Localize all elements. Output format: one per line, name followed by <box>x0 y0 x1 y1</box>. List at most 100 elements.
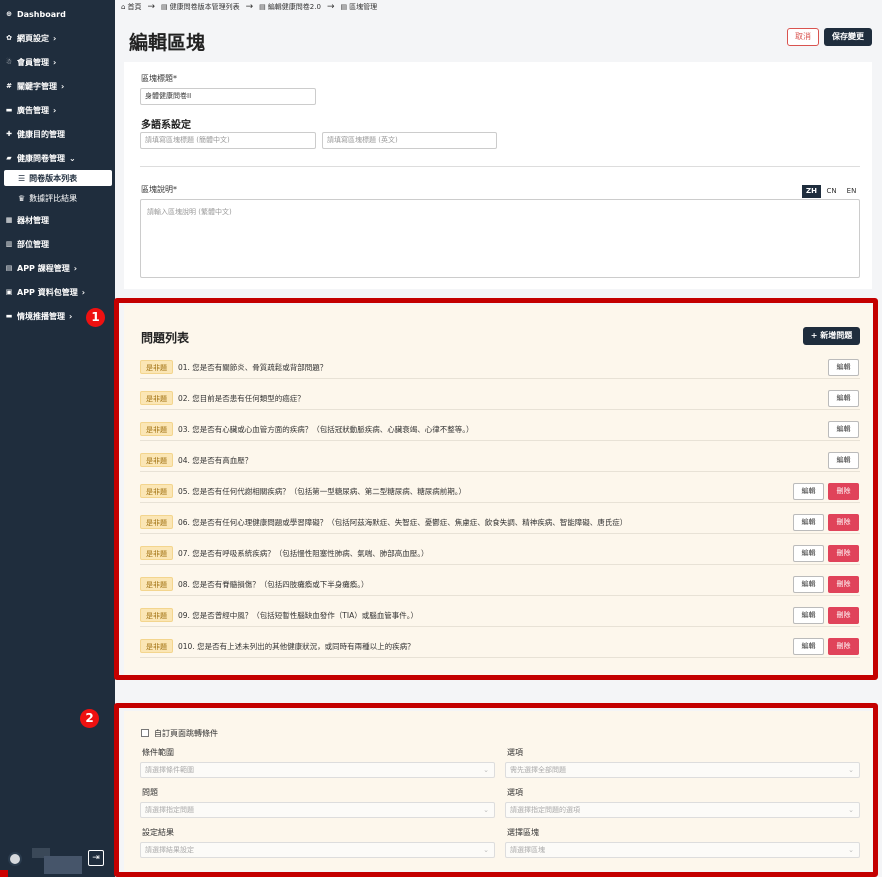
edit-question-button[interactable]: 編輯 <box>828 359 859 376</box>
edit-question-button[interactable]: 編輯 <box>828 390 859 407</box>
edit-question-button[interactable]: 編輯 <box>793 607 824 624</box>
tab-lang-zh[interactable]: ZH <box>802 185 821 198</box>
delete-question-button[interactable]: 刪除 <box>828 576 859 593</box>
condition-select[interactable]: 請選擇區塊 ⌄ <box>505 842 860 858</box>
chevron-down-icon: ⌄ <box>848 766 854 774</box>
breadcrumb-item[interactable]: 首頁 <box>127 2 141 12</box>
delete-question-button[interactable]: 刪除 <box>828 545 859 562</box>
condition-select[interactable]: 請選擇條件範圍 ⌄ <box>140 762 495 778</box>
question-type-badge: 是非題 <box>140 360 173 374</box>
question-row: 是非題 01. 您是否有關節炎、骨質疏鬆或背部問題？ 編輯 <box>140 357 860 379</box>
sidebar-item-label: 廣告管理 <box>17 105 49 115</box>
sidebar-item-keywords[interactable]: # 關鍵字管理 › <box>4 77 112 95</box>
sidebar-item-body-parts[interactable]: ▥ 部位管理 <box>4 235 112 253</box>
question-row: 是非題 010. 您是否有上述未列出的其他健康狀況，或同時有兩種以上的疾病？ 編輯刪… <box>140 636 860 658</box>
sidebar-item-ads[interactable]: ▬ 廣告管理 › <box>4 101 112 119</box>
custom-jump-checkbox[interactable] <box>141 729 149 737</box>
sidebar-subitem-data-results[interactable]: ♛ 數據評比結果 <box>4 190 112 206</box>
edit-question-button[interactable]: 編輯 <box>828 452 859 469</box>
sidebar-item-web-settings[interactable]: ✿ 網頁設定 › <box>4 29 112 47</box>
question-type-badge: 是非題 <box>140 515 173 529</box>
sidebar-item-label: 網頁設定 <box>17 33 49 43</box>
delete-question-button[interactable]: 刪除 <box>828 483 859 500</box>
cancel-button[interactable]: 取消 <box>787 28 819 46</box>
breadcrumb-item[interactable]: 健康問卷版本管理列表 <box>170 2 240 12</box>
sidebar-item-members[interactable]: ☃ 會員管理 › <box>4 53 112 71</box>
condition-field-label: 問題 <box>142 788 158 797</box>
tab-lang-cn[interactable]: CN <box>822 185 841 198</box>
add-question-button[interactable]: + 新增問題 <box>803 327 860 345</box>
chevron-right-icon: › <box>61 81 65 91</box>
sidebar-item-equipment[interactable]: ▦ 器材管理 <box>4 211 112 229</box>
avatar[interactable] <box>8 852 22 866</box>
edit-question-button[interactable]: 編輯 <box>793 483 824 500</box>
condition-select[interactable]: 請選擇指定問題的選項 ⌄ <box>505 802 860 818</box>
edit-icon: ▤ <box>259 3 266 11</box>
users-icon: ☃ <box>5 58 13 66</box>
delete-question-button[interactable]: 刪除 <box>828 514 859 531</box>
condition-select[interactable]: 請選擇結果設定 ⌄ <box>140 842 495 858</box>
custom-jump-label: 自訂頁面跳轉條件 <box>154 729 218 738</box>
question-text: 05. 您是否有任何代謝相關疾病？（包括第一型糖尿病、第二型糖尿病、糖尿病前期。… <box>178 487 467 496</box>
username-blurred <box>44 856 82 874</box>
question-type-badge: 是非題 <box>140 639 173 653</box>
heart-icon: ✚ <box>6 130 12 138</box>
tab-lang-en[interactable]: EN <box>842 185 861 198</box>
sidebar: ⊕ Dashboard ✿ 網頁設定 › ☃ 會員管理 › # 關鍵字管理 › ▬ 廣告管理 › … <box>0 0 115 877</box>
block-title-label: 區塊標題* <box>141 74 177 83</box>
list-icon: ☰ <box>18 173 26 183</box>
edit-question-button[interactable]: 編輯 <box>793 638 824 655</box>
sidebar-item-dashboard[interactable]: ⊕ Dashboard <box>4 5 112 23</box>
chevron-down-icon: ⌄ <box>483 766 489 774</box>
edit-question-button[interactable]: 編輯 <box>793 576 824 593</box>
chevron-right-icon: › <box>53 33 57 43</box>
question-row: 是非題 07. 您是否有呼吸系統疾病？（包括慢性阻塞性肺病、氣喘、肺部高血壓。） 編… <box>140 543 860 565</box>
desc-label: 區塊說明* <box>141 185 177 194</box>
sidebar-item-app-packages[interactable]: ▣ APP 資料包管理 › <box>4 283 112 301</box>
question-text: 02. 您目前是否患有任何類型的癌症？ <box>178 394 305 403</box>
block-title-input[interactable]: 身體健康問卷II <box>140 88 316 105</box>
question-text: 04. 您是否有高血壓？ <box>178 456 253 465</box>
logout-icon[interactable]: ⇥ <box>88 850 104 866</box>
edit-question-button[interactable]: 編輯 <box>828 421 859 438</box>
sidebar-footer: ⇥ <box>6 848 110 874</box>
sidebar-item-label: 部位管理 <box>17 239 49 249</box>
arrow-right-icon: → <box>147 2 155 12</box>
question-type-badge: 是非題 <box>140 484 173 498</box>
desc-textarea[interactable]: 請輸入區塊說明 (繁體中文) <box>140 199 860 278</box>
save-button[interactable]: 保存變更 <box>824 28 872 46</box>
question-row: 是非題 03. 您是否有心臟或心血管方面的疾病？（包括冠狀動脈疾病、心臟衰竭、心律… <box>140 419 860 441</box>
edit-question-button[interactable]: 編輯 <box>793 545 824 562</box>
breadcrumb-item[interactable]: 編輯健康問卷2.0 <box>268 2 321 12</box>
condition-select[interactable]: 請選擇指定問題 ⌄ <box>140 802 495 818</box>
sidebar-item-label: 器材管理 <box>17 215 49 225</box>
sidebar-item-label: APP 課程管理 <box>17 263 70 273</box>
crown-icon: ♛ <box>18 193 26 203</box>
condition-field-label: 選擇區塊 <box>507 828 539 837</box>
condition-select[interactable]: 需先選擇全部問題 ⌄ <box>505 762 860 778</box>
equipment-icon: ▦ <box>5 216 13 224</box>
sidebar-item-health-survey[interactable]: ▰ 健康問卷管理 ⌄ <box>4 149 112 167</box>
list-icon: ▤ <box>161 3 168 11</box>
sidebar-item-health-goals[interactable]: ✚ 健康目的管理 <box>4 125 112 143</box>
select-placeholder: 請選擇結果設定 <box>145 846 194 854</box>
corner-marker <box>0 870 8 877</box>
delete-question-button[interactable]: 刪除 <box>828 638 859 655</box>
annotation-badge-2: 2 <box>80 709 99 728</box>
question-type-badge: 是非題 <box>140 546 173 560</box>
question-type-badge: 是非題 <box>140 577 173 591</box>
question-type-badge: 是非題 <box>140 422 173 436</box>
title-en-input[interactable]: 請填寫區塊標題 (英文) <box>322 132 497 149</box>
edit-question-button[interactable]: 編輯 <box>793 514 824 531</box>
sidebar-item-label: APP 資料包管理 <box>17 287 78 297</box>
select-placeholder: 請選擇條件範圍 <box>145 766 194 774</box>
sidebar-subitem-label: 數據評比結果 <box>29 193 78 203</box>
title-cn-input[interactable]: 請填寫區塊標題 (簡體中文) <box>140 132 316 149</box>
message-icon: ▬ <box>5 312 13 320</box>
question-text: 03. 您是否有心臟或心血管方面的疾病？（包括冠狀動脈疾病、心臟衰竭、心律不整等… <box>178 425 474 434</box>
chevron-right-icon: › <box>73 263 77 273</box>
divider <box>140 166 860 167</box>
sidebar-subitem-survey-versions[interactable]: ☰ 問卷版本列表 <box>4 170 112 186</box>
delete-question-button[interactable]: 刪除 <box>828 607 859 624</box>
sidebar-item-app-courses[interactable]: ▤ APP 課程管理 › <box>4 259 112 277</box>
